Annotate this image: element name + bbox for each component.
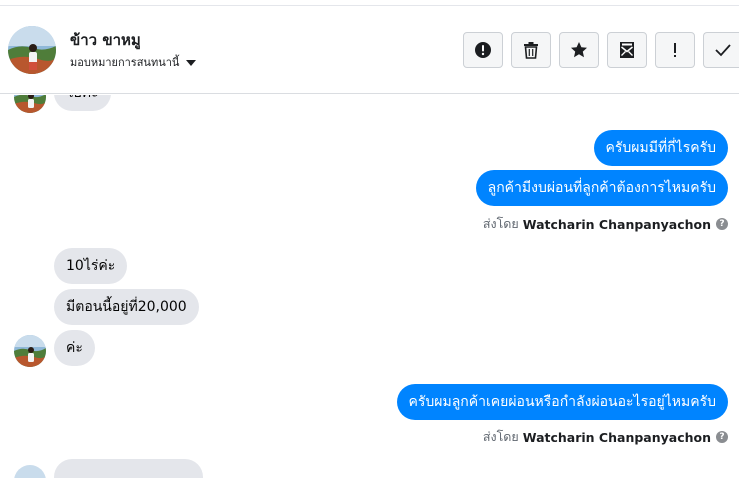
assign-label: มอบหมายการสนทนานี้ [70, 56, 180, 69]
assign-conversation-dropdown[interactable]: มอบหมายการสนทนานี้ [70, 53, 197, 71]
conversation-header: ข้าว ขาหมู มอบหมายการสนทนานี้ [0, 6, 739, 94]
contact-avatar-small [14, 335, 46, 367]
info-icon[interactable]: ? [716, 431, 728, 443]
trash-icon [524, 42, 538, 59]
outgoing-message[interactable]: ครับผมมีที่กี่ไรครับ [593, 130, 728, 166]
sender-name: Watcharin Chanpanyachon [522, 429, 711, 445]
envelope-icon [620, 42, 634, 58]
mark-unread-button[interactable] [607, 32, 647, 68]
incoming-message-partial[interactable] [54, 459, 203, 478]
incoming-message[interactable]: มีตอนนี้อยู่ที่20,000 [54, 289, 199, 325]
sender-name: Watcharin Chanpanyachon [522, 216, 711, 232]
sent-by-label: ส่งโดย Watcharin Chanpanyachon ? [483, 214, 728, 234]
outgoing-message[interactable]: ลูกค้ามีงบผ่อนที่ลูกค้าต้องการไหมครับ [475, 170, 728, 206]
exclamation-circle-icon [475, 42, 491, 58]
message-thread[interactable]: โอค่ะ ครับผมมีที่กี่ไรครับ ลูกค้ามีงบผ่อ… [0, 95, 739, 478]
incoming-message[interactable]: 10ไร่ค่ะ [54, 248, 128, 284]
incoming-message[interactable]: ค่ะ [54, 330, 95, 366]
caret-down-icon [186, 59, 197, 66]
mark-done-button[interactable] [703, 32, 739, 68]
outgoing-message[interactable]: ครับผมลูกค้าเคยผ่อนหรือกำลังผ่อนอะไรอยู่… [396, 384, 728, 420]
exclamation-icon [674, 43, 676, 57]
star-icon [571, 42, 587, 58]
incoming-message[interactable]: โอค่ะ [54, 95, 111, 111]
contact-avatar-small [14, 465, 46, 478]
delete-button[interactable] [511, 32, 551, 68]
sent-by-prefix: ส่งโดย [482, 216, 519, 231]
contact-avatar-small [14, 95, 46, 113]
checkmark-icon [714, 44, 731, 57]
star-button[interactable] [559, 32, 599, 68]
mark-as-spam-button[interactable] [463, 32, 503, 68]
contact-avatar[interactable] [8, 26, 56, 74]
sent-by-label: ส่งโดย Watcharin Chanpanyachon ? [483, 427, 728, 447]
follow-up-button[interactable] [655, 32, 695, 68]
info-icon[interactable]: ? [716, 218, 728, 230]
sent-by-prefix: ส่งโดย [482, 429, 519, 444]
contact-name[interactable]: ข้าว ขาหมู [70, 28, 141, 52]
conversation-actions [463, 32, 739, 68]
